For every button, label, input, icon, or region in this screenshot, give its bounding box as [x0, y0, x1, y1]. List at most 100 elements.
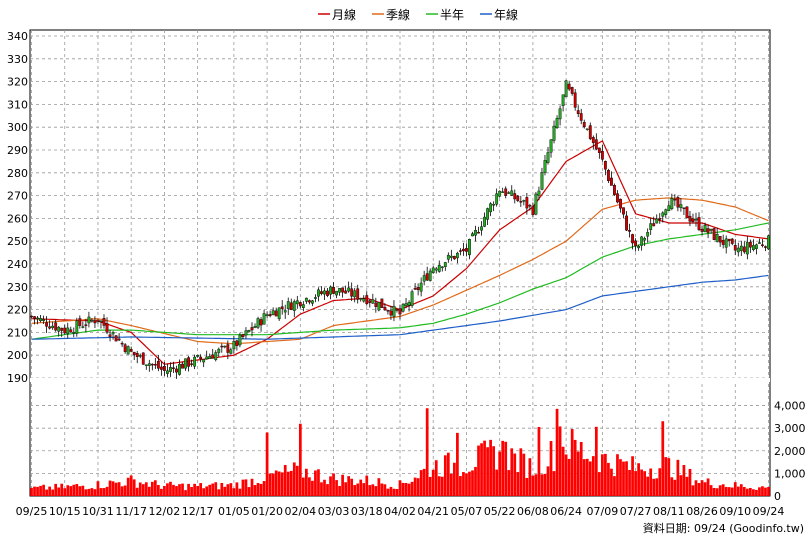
- volume-bar: [298, 423, 302, 496]
- candle-down: [597, 147, 601, 153]
- candle-up: [540, 172, 544, 190]
- volume-bar: [368, 485, 372, 496]
- volume-bar: [268, 473, 272, 496]
- volume-bar: [610, 468, 613, 496]
- candle-down: [607, 170, 610, 181]
- volume-bar: [386, 488, 390, 496]
- volume-bar: [356, 483, 360, 496]
- candle-up: [585, 128, 589, 130]
- volume-bar: [292, 462, 296, 496]
- candle-down: [129, 349, 133, 352]
- candle-up: [335, 290, 338, 296]
- volume-bar: [752, 489, 755, 496]
- candle-up: [277, 307, 281, 320]
- date-tick-label: 09/24: [753, 505, 785, 518]
- date-tick-label: 06/24: [550, 505, 582, 518]
- candle-up: [471, 233, 474, 237]
- volume-bar: [30, 487, 33, 496]
- volume-bar: [244, 479, 248, 496]
- volume-bar: [223, 486, 227, 496]
- price-tick-label: 200: [7, 349, 28, 362]
- volume-bar: [570, 429, 574, 496]
- candle-up: [543, 160, 547, 173]
- candle-down: [691, 218, 695, 222]
- volume-bar: [172, 484, 175, 496]
- candle-down: [748, 241, 752, 248]
- volume-bar: [504, 441, 508, 496]
- volume-bar: [456, 432, 459, 496]
- candle-up: [640, 236, 644, 246]
- price-tick-label: 280: [7, 167, 28, 180]
- price-tick-label: 330: [7, 53, 28, 66]
- price-tick-label: 300: [7, 121, 28, 134]
- candle-down: [162, 365, 166, 371]
- candle-up: [724, 238, 728, 248]
- volume-bar: [338, 485, 341, 496]
- candle-up: [338, 287, 341, 293]
- candle-up: [229, 349, 233, 354]
- volume-tick-label: 1,000: [774, 467, 806, 480]
- volume-bar: [211, 483, 215, 496]
- volume-bar: [163, 485, 166, 496]
- candle-up: [217, 348, 221, 353]
- candle-up: [90, 319, 94, 322]
- candle-up: [664, 209, 668, 215]
- date-tick-label: 06/08: [517, 505, 549, 518]
- volume-bar: [51, 489, 55, 496]
- candle-down: [706, 228, 710, 233]
- volume-bar: [241, 479, 245, 496]
- volume-bar: [36, 486, 39, 496]
- volume-bar: [749, 487, 752, 496]
- candle-up: [87, 316, 91, 324]
- volume-bar: [643, 471, 647, 496]
- volume-bar: [320, 482, 323, 496]
- candle-up: [492, 204, 496, 206]
- volume-bar: [166, 483, 169, 496]
- candle-down: [211, 354, 215, 359]
- volume-bar: [730, 487, 734, 496]
- volume-tick-label: 4,000: [774, 400, 806, 413]
- volume-bar: [286, 471, 290, 496]
- volume-bar: [157, 484, 160, 496]
- volume-bar: [54, 483, 58, 496]
- volume-bar: [33, 486, 36, 496]
- candle-down: [398, 308, 402, 315]
- volume-bar: [111, 481, 115, 496]
- candle-up: [314, 297, 317, 299]
- candle-down: [45, 322, 49, 327]
- volume-bar: [311, 480, 314, 496]
- volume-bar: [634, 471, 637, 496]
- candle-down: [730, 238, 734, 244]
- volume-bar: [549, 441, 553, 496]
- candle-up: [446, 254, 450, 260]
- candle-down: [573, 92, 577, 108]
- volume-bar: [742, 487, 746, 496]
- candle-up: [431, 267, 435, 273]
- volume-bar: [87, 488, 91, 496]
- volume-bar: [483, 440, 486, 496]
- candle-down: [462, 248, 465, 252]
- candle-up: [637, 246, 641, 249]
- candle-down: [105, 323, 109, 333]
- candle-up: [353, 290, 357, 298]
- candle-down: [69, 329, 73, 333]
- date-tick-label: 05/07: [451, 505, 483, 518]
- candle-down: [123, 344, 127, 352]
- candle-down: [712, 228, 716, 240]
- volume-bar: [640, 469, 643, 496]
- date-tick-label: 09/25: [16, 505, 48, 518]
- date-tick-label: 03/03: [318, 505, 350, 518]
- legend-label: 半年: [440, 8, 464, 22]
- candle-down: [30, 315, 33, 318]
- candle-up: [449, 255, 453, 258]
- candle-up: [265, 314, 269, 317]
- volume-bar: [214, 482, 218, 496]
- volume-bar: [265, 432, 269, 496]
- volume-bar: [561, 446, 565, 496]
- volume-bar: [374, 486, 378, 496]
- candle-up: [184, 358, 187, 369]
- candle-down: [220, 345, 224, 348]
- candle-down: [386, 309, 390, 312]
- candle-down: [63, 327, 67, 334]
- candle-up: [679, 204, 683, 208]
